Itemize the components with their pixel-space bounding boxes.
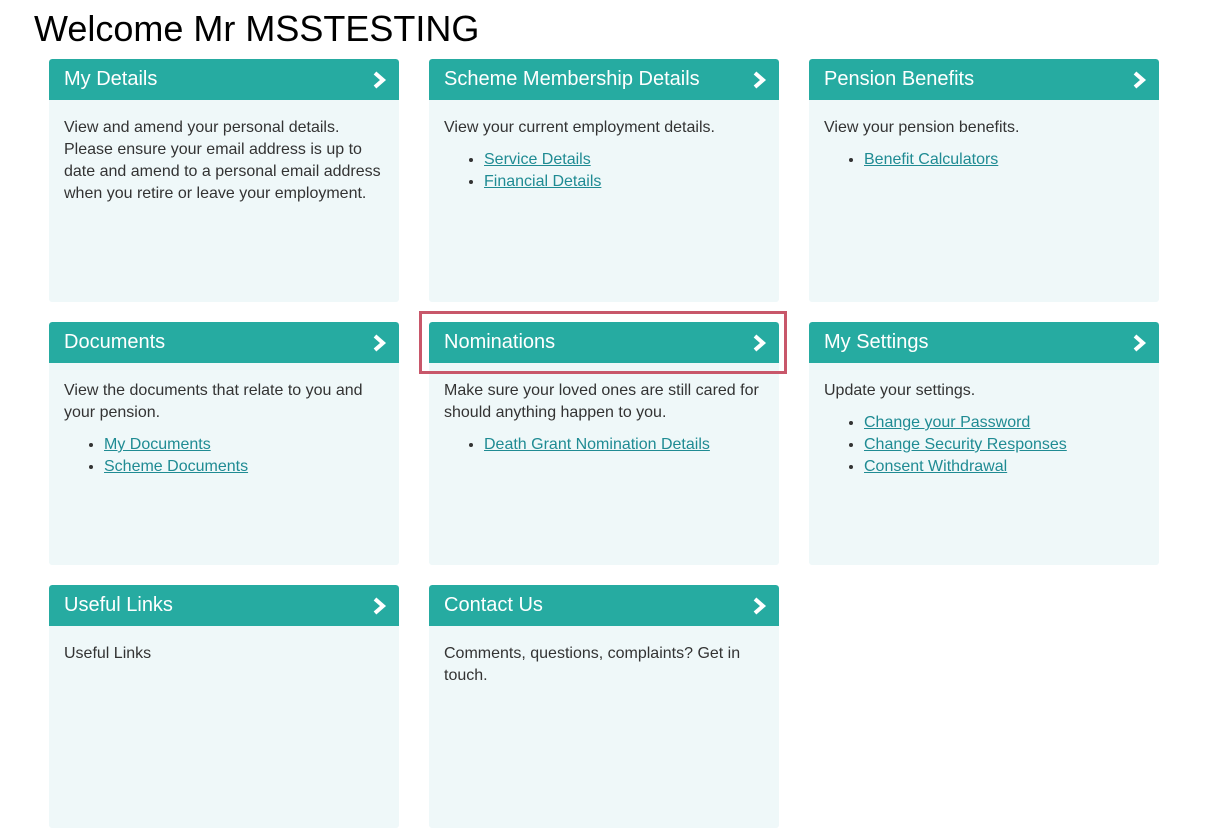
card-body: Comments, questions, complaints? Get in …	[429, 626, 779, 687]
link-scheme-documents[interactable]: Scheme Documents	[104, 458, 248, 475]
card-title: Documents	[64, 331, 166, 353]
list-item: Consent Withdrawal	[864, 456, 1144, 478]
link-consent-withdrawal[interactable]: Consent Withdrawal	[864, 458, 1007, 475]
list-item: Change Security Responses	[864, 434, 1144, 456]
card-header-contact-us[interactable]: Contact Us	[429, 585, 779, 626]
card-my-details: My Details View and amend your personal …	[49, 59, 399, 302]
chevron-right-icon	[753, 333, 767, 352]
chevron-right-icon	[753, 596, 767, 615]
dashboard-grid: My Details View and amend your personal …	[49, 59, 1159, 828]
link-change-security-responses[interactable]: Change Security Responses	[864, 436, 1067, 453]
link-service-details[interactable]: Service Details	[484, 151, 591, 168]
card-header-useful-links[interactable]: Useful Links	[49, 585, 399, 626]
card-header-scheme-membership-details[interactable]: Scheme Membership Details	[429, 59, 779, 100]
card-nominations: Nominations Make sure your loved ones ar…	[429, 322, 779, 565]
list-item: Change your Password	[864, 412, 1144, 434]
card-documents: Documents View the documents that relate…	[49, 322, 399, 565]
card-useful-links: Useful Links Useful Links	[49, 585, 399, 828]
card-body: View the documents that relate to you an…	[49, 363, 399, 478]
card-pension-benefits: Pension Benefits View your pension benef…	[809, 59, 1159, 302]
list-item: Benefit Calculators	[864, 149, 1144, 171]
page-title: Welcome Mr MSSTESTING	[34, 8, 480, 49]
chevron-right-icon	[753, 70, 767, 89]
link-change-your-password[interactable]: Change your Password	[864, 414, 1030, 431]
card-link-list: My Documents Scheme Documents	[64, 434, 384, 478]
list-item: My Documents	[104, 434, 384, 456]
card-header-documents[interactable]: Documents	[49, 322, 399, 363]
card-title: Scheme Membership Details	[444, 68, 700, 90]
card-scheme-membership-details: Scheme Membership Details View your curr…	[429, 59, 779, 302]
chevron-right-icon	[373, 70, 387, 89]
list-item: Death Grant Nomination Details	[484, 434, 764, 456]
card-header-my-settings[interactable]: My Settings	[809, 322, 1159, 363]
card-description: Make sure your loved ones are still care…	[444, 382, 759, 421]
card-body: Useful Links	[49, 626, 399, 665]
card-title: My Settings	[824, 331, 929, 353]
list-item: Scheme Documents	[104, 456, 384, 478]
card-link-list: Service Details Financial Details	[444, 149, 764, 193]
card-description: Update your settings.	[824, 382, 976, 399]
card-title: Nominations	[444, 331, 556, 353]
link-benefit-calculators[interactable]: Benefit Calculators	[864, 151, 998, 168]
list-item: Service Details	[484, 149, 764, 171]
card-description: View and amend your personal details. Pl…	[64, 119, 381, 202]
card-title: Contact Us	[444, 594, 543, 616]
card-title: Useful Links	[64, 594, 173, 616]
card-header-my-details[interactable]: My Details	[49, 59, 399, 100]
link-my-documents[interactable]: My Documents	[104, 436, 211, 453]
card-title: Pension Benefits	[824, 68, 975, 90]
card-link-list: Death Grant Nomination Details	[444, 434, 764, 456]
chevron-right-icon	[1133, 333, 1147, 352]
card-header-pension-benefits[interactable]: Pension Benefits	[809, 59, 1159, 100]
card-link-list: Benefit Calculators	[824, 149, 1144, 171]
chevron-right-icon	[1133, 70, 1147, 89]
card-header-nominations[interactable]: Nominations	[429, 322, 779, 363]
chevron-right-icon	[373, 333, 387, 352]
list-item: Financial Details	[484, 171, 764, 193]
link-financial-details[interactable]: Financial Details	[484, 173, 601, 190]
card-description: Useful Links	[64, 645, 152, 662]
card-my-settings: My Settings Update your settings. Change…	[809, 322, 1159, 565]
card-title: My Details	[64, 68, 158, 90]
card-contact-us: Contact Us Comments, questions, complain…	[429, 585, 779, 828]
card-description: View your current employment details.	[444, 119, 715, 136]
card-body: View your pension benefits. Benefit Calc…	[809, 100, 1159, 171]
card-body: Make sure your loved ones are still care…	[429, 363, 779, 456]
link-death-grant-nomination-details[interactable]: Death Grant Nomination Details	[484, 436, 710, 453]
chevron-right-icon	[373, 596, 387, 615]
card-body: View and amend your personal details. Pl…	[49, 100, 399, 205]
card-body: View your current employment details. Se…	[429, 100, 779, 193]
card-body: Update your settings. Change your Passwo…	[809, 363, 1159, 478]
card-description: Comments, questions, complaints? Get in …	[444, 645, 741, 684]
card-description: View the documents that relate to you an…	[64, 382, 363, 421]
card-description: View your pension benefits.	[824, 119, 1020, 136]
card-link-list: Change your Password Change Security Res…	[824, 412, 1144, 478]
